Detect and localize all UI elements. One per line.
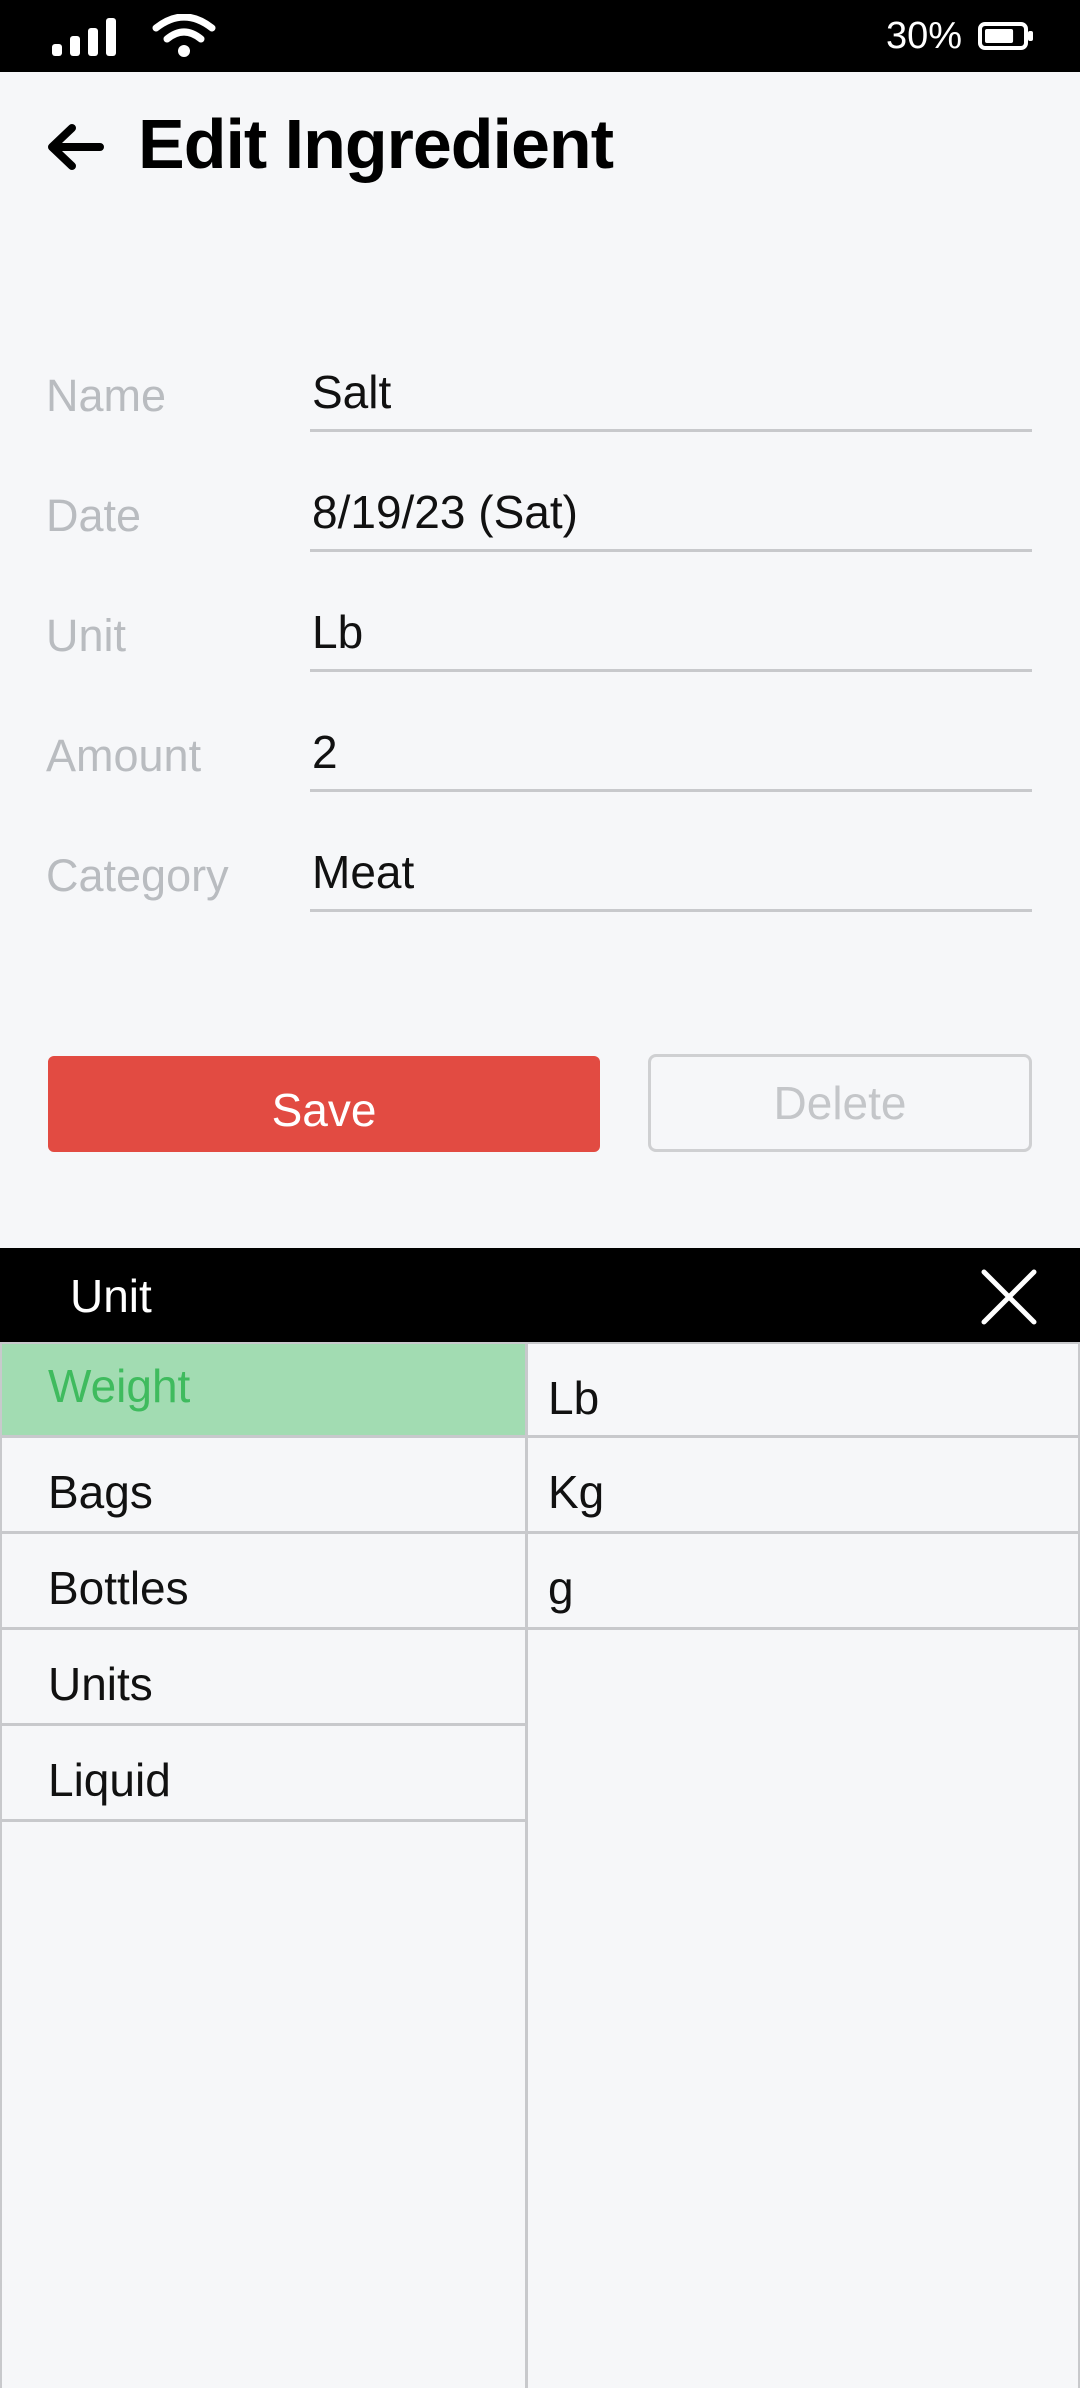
unit-picker-title: Unit [70,1270,152,1322]
page-title: Edit Ingredient [138,105,614,183]
form-row-amount: Amount 2 [0,700,1080,820]
name-value: Salt [312,366,392,418]
battery-icon [978,22,1033,50]
category-field[interactable]: Meat [310,820,1032,912]
form-row-category: Category Meat [0,820,1080,940]
category-item-weight[interactable]: Weight [2,1342,525,1438]
date-label: Date [46,490,142,541]
battery-percent: 30% [885,15,962,57]
name-label: Name [46,370,167,421]
unit-value: Lb [312,606,364,658]
category-item-bags[interactable]: Bags [2,1438,525,1534]
close-icon[interactable] [980,1268,1038,1326]
category-item-liquid[interactable]: Liquid [2,1726,525,1822]
category-item-units[interactable]: Units [2,1630,525,1726]
category-item-label: Bags [48,1466,153,1518]
unit-label: Unit [46,610,127,661]
unit-option-g[interactable]: g [528,1534,1078,1630]
category-label: Category [46,850,229,901]
amount-label: Amount [46,730,202,781]
unit-category-list: Weight Bags Bottles Units Liquid [0,1342,528,2388]
form-row-name: Name Salt [0,340,1080,460]
unit-option-lb[interactable]: Lb [528,1342,1078,1438]
ingredient-form: Name Salt Date 8/19/23 (Sat) Unit Lb Amo… [0,340,1080,940]
category-value: Meat [312,846,415,898]
unit-option-list: Lb Kg g [528,1342,1080,2388]
unit-option-label: g [548,1562,574,1614]
wifi-icon [152,14,216,57]
name-field[interactable]: Salt [310,340,1032,432]
amount-field[interactable]: 2 [310,700,1032,792]
delete-button[interactable]: Delete [648,1054,1032,1152]
form-row-unit: Unit Lb [0,580,1080,700]
unit-option-kg[interactable]: Kg [528,1438,1078,1534]
category-item-label: Units [48,1658,153,1710]
category-item-label: Bottles [48,1562,189,1614]
form-row-date: Date 8/19/23 (Sat) [0,460,1080,580]
cellular-signal-icon [52,18,120,56]
date-field[interactable]: 8/19/23 (Sat) [310,460,1032,552]
date-value: 8/19/23 (Sat) [312,486,578,538]
save-button[interactable]: Save [48,1056,600,1152]
unit-option-label: Lb [548,1372,600,1424]
unit-picker-header: Unit [0,1248,1080,1342]
status-bar: 30% [0,0,1080,72]
arrow-left-icon[interactable] [44,122,104,172]
page-header: Edit Ingredient [0,72,1080,222]
unit-field[interactable]: Lb [310,580,1032,672]
amount-value: 2 [312,726,338,778]
category-item-label: Liquid [48,1754,171,1806]
unit-option-label: Kg [548,1466,605,1518]
category-item-bottles[interactable]: Bottles [2,1534,525,1630]
category-item-label: Weight [48,1360,191,1412]
